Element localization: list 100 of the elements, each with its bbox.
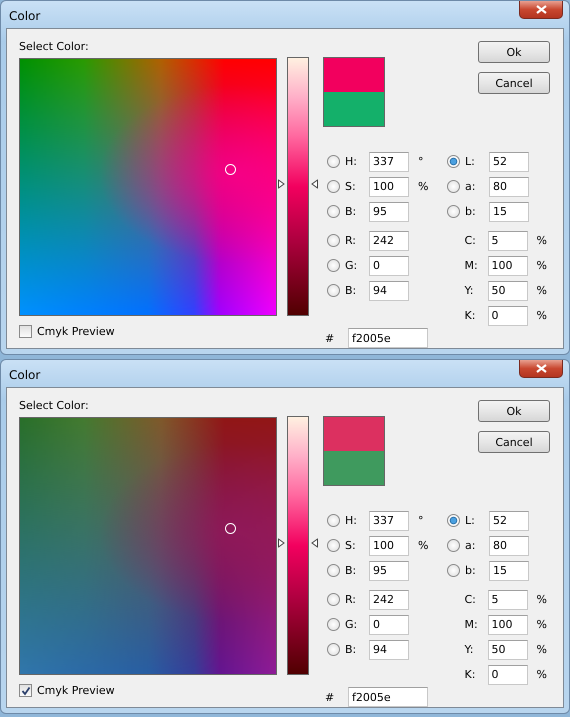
radio-button[interactable] [327, 514, 340, 527]
hue-slider-track[interactable] [287, 416, 309, 675]
checkbox-label: Cmyk Preview [37, 684, 115, 697]
radio-button[interactable] [327, 593, 340, 606]
radio-button[interactable] [327, 205, 340, 218]
field-label: R: [344, 593, 358, 606]
unit-label: % [417, 539, 428, 552]
unit-label: ° [417, 514, 424, 527]
input-field[interactable]: 100 [369, 176, 409, 196]
radio-button[interactable] [447, 564, 460, 577]
color-marker[interactable] [225, 523, 236, 534]
input-field[interactable]: 242 [369, 590, 409, 610]
unit-label: ° [417, 155, 424, 168]
input-field[interactable]: 0 [488, 664, 528, 684]
field-label: H: [344, 514, 358, 527]
hex-label: # [324, 332, 336, 344]
input-field[interactable]: 94 [369, 280, 409, 300]
radio-button[interactable] [327, 284, 340, 297]
dialog-button[interactable]: Cancel [478, 72, 550, 94]
color-field[interactable] [19, 417, 277, 675]
field-label: S: [344, 180, 357, 193]
input-field[interactable]: 94 [369, 640, 409, 660]
radio-button[interactable] [447, 539, 460, 552]
close-button[interactable] [519, 1, 563, 19]
input-field[interactable]: 52 [489, 510, 529, 530]
radio-button[interactable] [327, 234, 340, 247]
field-label: L: [464, 155, 476, 168]
field-label: Y: [463, 284, 474, 297]
unit-label: % [536, 618, 547, 631]
hex-field[interactable]: f2005e [348, 328, 428, 348]
field-label: C: [463, 593, 477, 606]
unit-label: % [536, 668, 547, 681]
hex-label: # [324, 690, 336, 704]
input-field[interactable]: 50 [488, 640, 528, 660]
color-field[interactable] [19, 58, 277, 316]
input-field[interactable]: 100 [488, 614, 528, 634]
field-label: C: [463, 234, 477, 247]
unit-label: % [536, 234, 547, 247]
checkbox[interactable] [19, 684, 32, 697]
input-field[interactable]: 242 [369, 230, 409, 250]
input-field[interactable]: 337 [369, 152, 409, 172]
radio-button[interactable] [327, 180, 340, 193]
radio-button[interactable] [447, 180, 460, 193]
input-field[interactable]: 95 [369, 560, 409, 580]
hue-slider-track[interactable] [287, 57, 309, 316]
field-label: K: [463, 668, 476, 681]
color-marker[interactable] [225, 164, 236, 175]
input-field[interactable]: 0 [369, 256, 409, 276]
radio-button[interactable] [327, 618, 340, 631]
radio-button[interactable] [327, 259, 340, 272]
input-field[interactable]: 15 [489, 202, 529, 222]
field-label: G: [344, 259, 358, 272]
field-label: M: [463, 618, 479, 631]
unit-label: % [536, 643, 547, 656]
input-field[interactable]: 15 [489, 560, 529, 580]
checkbox[interactable] [19, 325, 32, 338]
slider-handle[interactable] [278, 179, 318, 188]
field-label: H: [344, 155, 358, 168]
input-field[interactable]: 100 [488, 256, 528, 276]
field-label: b: [464, 564, 477, 577]
field-label: S: [344, 539, 357, 552]
dialog-button[interactable]: Cancel [478, 431, 550, 453]
radio-button[interactable] [447, 155, 460, 168]
slider-handle[interactable] [278, 538, 318, 548]
input-field[interactable]: 5 [488, 230, 528, 250]
radio-button[interactable] [327, 155, 340, 168]
input-field[interactable]: 100 [369, 536, 409, 556]
field-label: b: [464, 205, 477, 218]
input-field[interactable]: 50 [488, 280, 528, 300]
checkbox-label: Cmyk Preview [37, 325, 115, 338]
unit-label: % [536, 309, 547, 322]
dialog-button[interactable]: Ok [478, 400, 550, 422]
radio-button[interactable] [327, 564, 340, 577]
window-title: Color [9, 9, 40, 23]
radio-button[interactable] [327, 539, 340, 552]
close-icon [536, 5, 546, 14]
radio-button[interactable] [447, 514, 460, 527]
unit-label: % [417, 180, 428, 193]
close-icon [536, 364, 546, 373]
dialog-button[interactable]: Ok [478, 41, 550, 63]
select-color-label: Select Color: [19, 40, 90, 53]
field-label: B: [344, 205, 358, 218]
field-label: G: [344, 618, 358, 631]
hex-field[interactable]: f2005e [348, 687, 428, 707]
input-field[interactable]: 52 [489, 152, 529, 172]
input-field[interactable]: 5 [488, 590, 528, 610]
field-label: a: [464, 180, 476, 193]
input-field[interactable]: 95 [369, 202, 409, 222]
field-label: a: [464, 539, 476, 552]
radio-button[interactable] [327, 643, 340, 656]
field-label: Y: [463, 643, 474, 656]
input-field[interactable]: 0 [369, 614, 409, 634]
unit-label: % [536, 259, 547, 272]
input-field[interactable]: 337 [369, 510, 409, 530]
radio-button[interactable] [447, 205, 460, 218]
input-field[interactable]: 80 [489, 176, 529, 196]
input-field[interactable]: 0 [488, 306, 528, 326]
input-field[interactable]: 80 [489, 536, 529, 556]
unit-label: % [536, 593, 547, 606]
close-button[interactable] [519, 360, 563, 378]
